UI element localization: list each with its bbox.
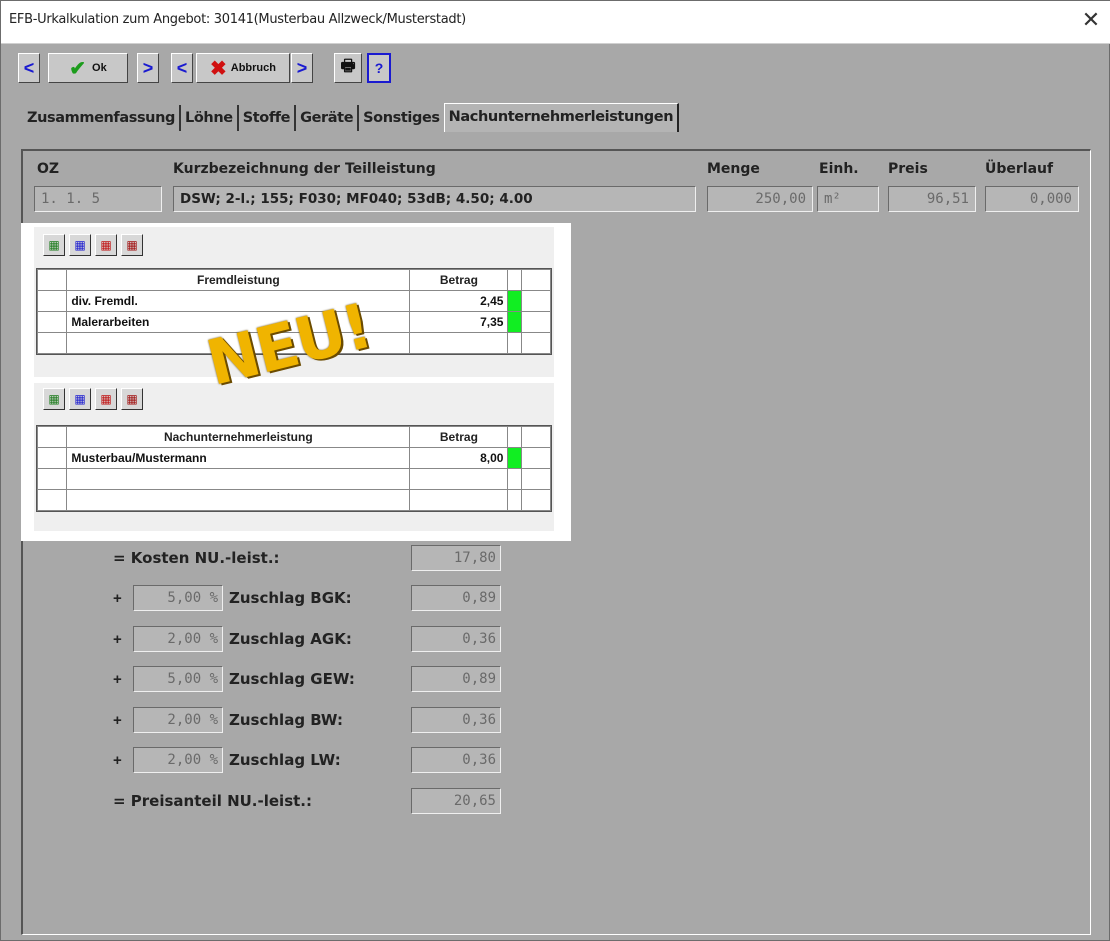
- einheit-header: Einh.: [819, 161, 859, 177]
- edit-row-icon[interactable]: ▦: [121, 388, 143, 410]
- zuschlag-bw-percent[interactable]: 2,00 %: [133, 707, 223, 733]
- zuschlag-gew-percent[interactable]: 5,00 %: [133, 666, 223, 692]
- insert-row-icon[interactable]: ▦: [43, 234, 65, 256]
- fremdleistung-grid-buttons: ▦ ▦ ▦ ▦: [43, 234, 143, 258]
- col-fremdleistung: Fremdleistung: [66, 269, 411, 291]
- zuschlag-agk-label: Zuschlag AGK:: [229, 630, 352, 648]
- nu-name[interactable]: Musterbau/Mustermann: [66, 447, 411, 469]
- dialog-window: EFB-Urkalkulation zum Angebot: 30141(Mus…: [0, 0, 1110, 941]
- prev-arrow-icon[interactable]: <: [18, 53, 40, 83]
- nachunternehmer-table: Nachunternehmerleistung Betrag Musterbau…: [36, 425, 552, 512]
- zuschlag-agk-value: 0,36: [411, 626, 501, 652]
- ueberlauf-field[interactable]: 0,000: [985, 186, 1079, 212]
- einheit-field[interactable]: m²: [817, 186, 879, 212]
- zuschlag-lw-label: Zuschlag LW:: [229, 751, 341, 769]
- status-indicator: [507, 311, 522, 333]
- status-indicator: [507, 290, 522, 312]
- insert-row-icon[interactable]: ▦: [43, 388, 65, 410]
- zuschlag-gew-label: Zuschlag GEW:: [229, 670, 355, 688]
- append-row-icon[interactable]: ▦: [69, 234, 91, 256]
- fremdleistung-betrag[interactable]: 2,45: [409, 290, 509, 312]
- menge-field[interactable]: 250,00: [707, 186, 813, 212]
- col-betrag: Betrag: [409, 426, 509, 448]
- tab-nachunternehmerleistungen[interactable]: Nachunternehmerleistungen: [443, 103, 680, 132]
- tab-loehne[interactable]: Löhne: [181, 105, 239, 131]
- append-row-icon[interactable]: ▦: [69, 388, 91, 410]
- tab-stoffe[interactable]: Stoffe: [239, 105, 297, 131]
- ok-label: Ok: [92, 62, 107, 74]
- plus-sign: +: [113, 671, 122, 688]
- delete-row-icon[interactable]: ▦: [95, 388, 117, 410]
- plus-sign: +: [113, 590, 122, 607]
- tab-zusammenfassung[interactable]: Zusammenfassung: [23, 105, 182, 131]
- kurzbezeichnung-field[interactable]: DSW; 2-l.; 155; F030; MF040; 53dB; 4.50;…: [173, 186, 696, 212]
- edit-row-icon[interactable]: ▦: [121, 234, 143, 256]
- oz-field[interactable]: 1. 1. 5: [34, 186, 162, 212]
- delete-row-icon[interactable]: ▦: [95, 234, 117, 256]
- zuschlag-bw-label: Zuschlag BW:: [229, 711, 343, 729]
- status-indicator: [507, 447, 522, 469]
- kosten-label: = Kosten NU.-leist.:: [113, 549, 280, 567]
- next-arrow-icon[interactable]: >: [291, 53, 313, 83]
- table-row[interactable]: [36, 489, 552, 511]
- table-row[interactable]: [36, 468, 552, 490]
- window-title: EFB-Urkalkulation zum Angebot: 30141(Mus…: [9, 12, 466, 27]
- zuschlag-agk-percent[interactable]: 2,00 %: [133, 626, 223, 652]
- help-icon[interactable]: ?: [367, 53, 391, 83]
- tab-bar: Zusammenfassung Löhne Stoffe Geräte Sons…: [23, 103, 680, 133]
- cancel-x-icon: ✖: [210, 57, 227, 80]
- plus-sign: +: [113, 631, 122, 648]
- zuschlag-lw-percent[interactable]: 2,00 %: [133, 747, 223, 773]
- preisanteil-label: = Preisanteil NU.-leist.:: [113, 792, 312, 810]
- zuschlag-bw-value: 0,36: [411, 707, 501, 733]
- tab-sonstiges[interactable]: Sonstiges: [359, 105, 444, 131]
- plus-sign: +: [113, 712, 122, 729]
- preis-field[interactable]: 96,51: [888, 186, 976, 212]
- ok-button[interactable]: ✔ Ok: [48, 53, 128, 83]
- zuschlag-bgk-label: Zuschlag BGK:: [229, 589, 352, 607]
- printer-icon[interactable]: 🖶: [334, 53, 362, 83]
- title-bar: EFB-Urkalkulation zum Angebot: 30141(Mus…: [1, 1, 1110, 44]
- zuschlag-lw-value: 0,36: [411, 747, 501, 773]
- next-arrow-icon[interactable]: >: [137, 53, 159, 83]
- zuschlag-gew-value: 0,89: [411, 666, 501, 692]
- zuschlag-bgk-percent[interactable]: 5,00 %: [133, 585, 223, 611]
- prev-arrow-icon[interactable]: <: [171, 53, 193, 83]
- tab-geraete[interactable]: Geräte: [296, 105, 360, 131]
- preisanteil-value: 20,65: [411, 788, 501, 814]
- abbruch-label: Abbruch: [230, 62, 276, 74]
- menge-header: Menge: [707, 161, 760, 177]
- toolbar: < ✔ Ok > < ✖ Abbruch > 🖶 ?: [1, 44, 1110, 96]
- kurzbezeichnung-header: Kurzbezeichnung der Teilleistung: [173, 161, 436, 177]
- plus-sign: +: [113, 752, 122, 769]
- col-nachunternehmerleistung: Nachunternehmerleistung: [66, 426, 411, 448]
- nu-betrag[interactable]: 8,00: [409, 447, 509, 469]
- ueberlauf-header: Überlauf: [985, 161, 1054, 177]
- col-betrag: Betrag: [409, 269, 509, 291]
- zuschlag-bgk-value: 0,89: [411, 585, 501, 611]
- oz-header: OZ: [37, 161, 60, 177]
- preis-header: Preis: [888, 161, 928, 177]
- fremdleistung-betrag[interactable]: 7,35: [409, 311, 509, 333]
- close-icon[interactable]: ✕: [1077, 6, 1105, 34]
- nu-grid-buttons: ▦ ▦ ▦ ▦: [43, 388, 143, 412]
- checkmark-icon: ✔: [69, 57, 87, 80]
- table-row[interactable]: Musterbau/Mustermann 8,00: [36, 447, 552, 469]
- kosten-value: 17,80: [411, 545, 501, 571]
- abbruch-button[interactable]: ✖ Abbruch: [196, 53, 290, 83]
